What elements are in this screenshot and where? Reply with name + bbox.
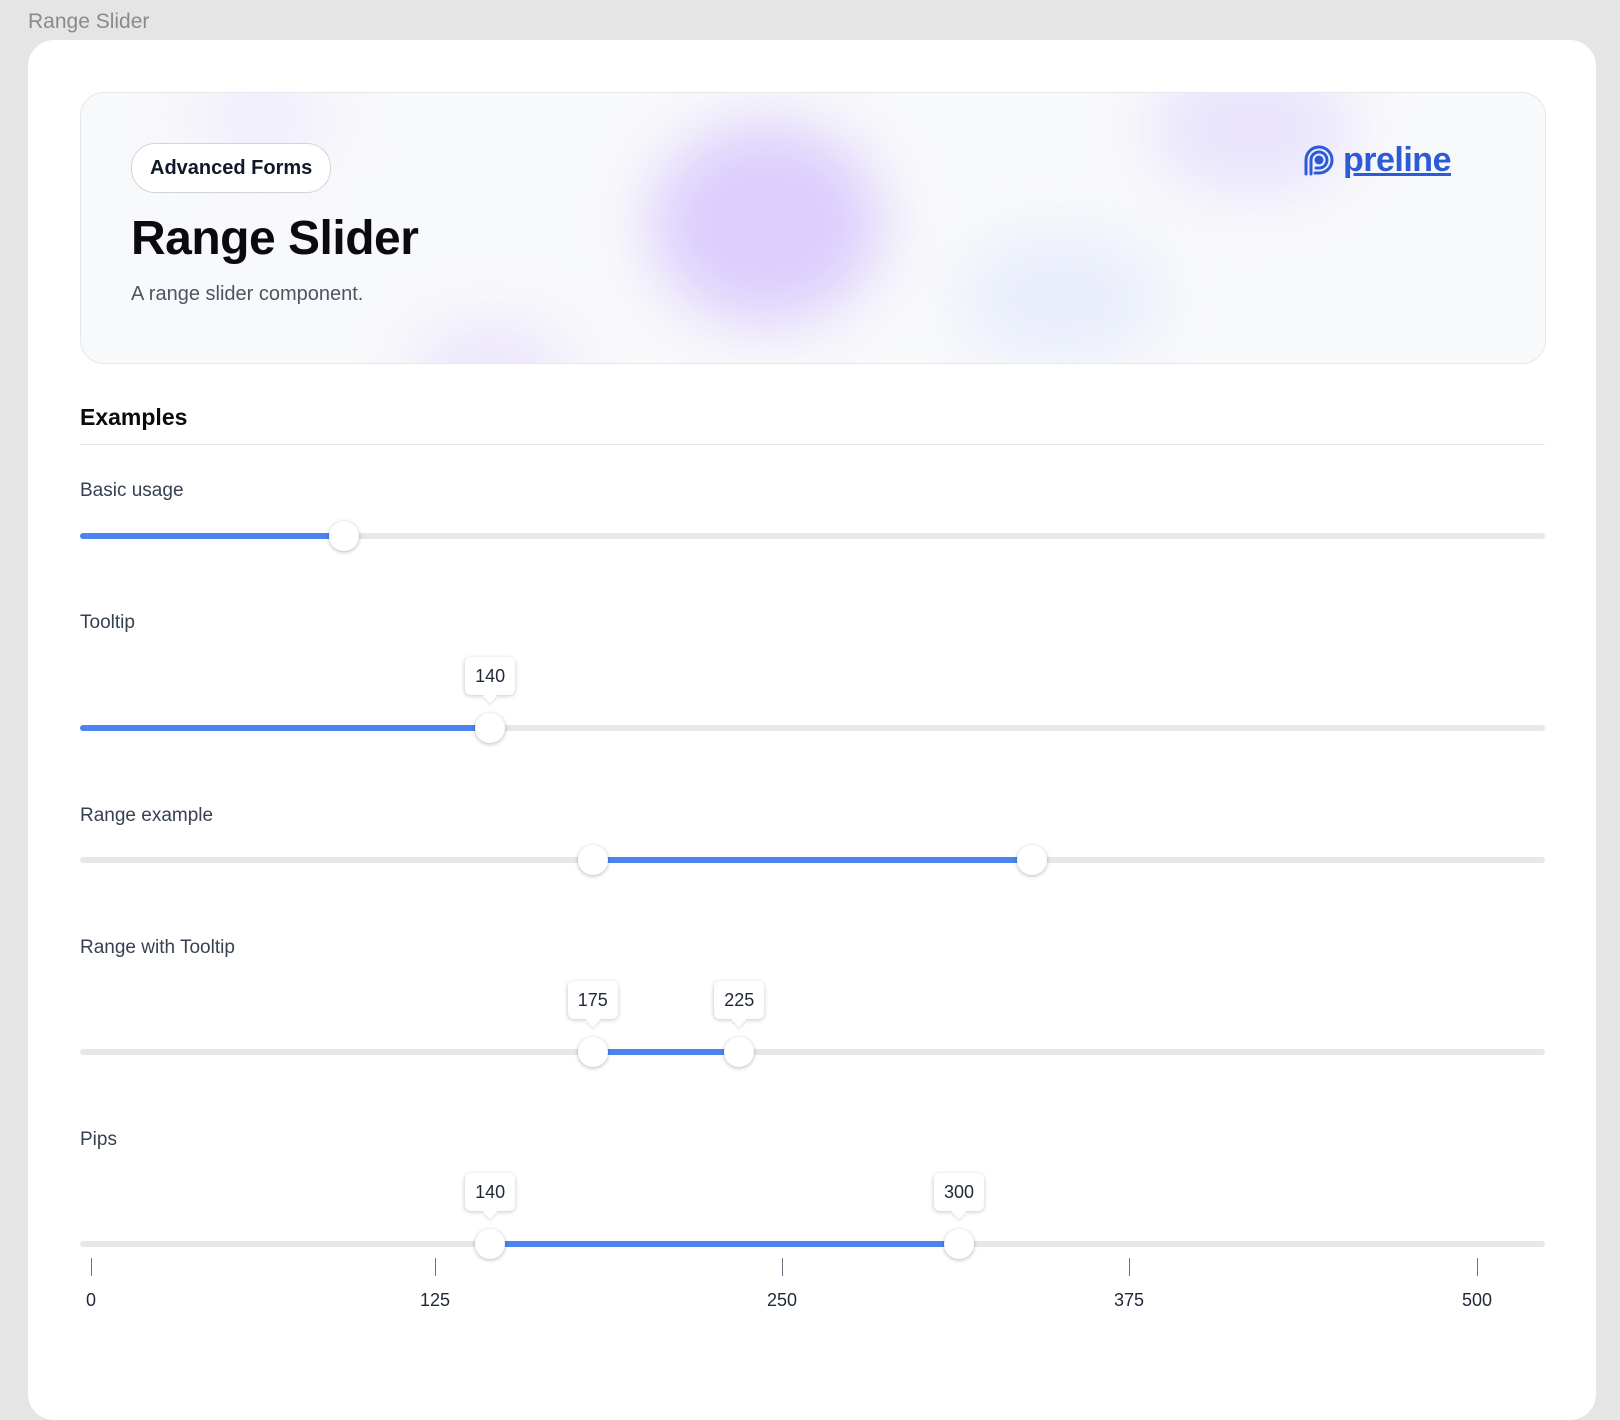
pip-label: 0 (85, 1290, 97, 1310)
pip-tick (782, 1258, 783, 1276)
example-label-pips: Pips (80, 1129, 117, 1150)
section-title: Examples (80, 404, 188, 430)
slider-fill (80, 533, 344, 539)
hero-banner: Advanced Forms Range Slider A range slid… (80, 92, 1546, 364)
slider-range[interactable] (80, 845, 1545, 875)
decor-blob (411, 323, 571, 363)
window-title: Range Slider (28, 10, 150, 33)
slider-handle-upper[interactable] (1017, 845, 1048, 875)
slider-handle-lower[interactable] (577, 845, 608, 875)
slider-track[interactable] (80, 1049, 1545, 1055)
slider-tooltip-value: 300 (933, 1173, 985, 1211)
decor-blob (651, 123, 881, 323)
slider-tooltip-value: 225 (714, 981, 765, 1019)
slider-handle-upper[interactable]: 300 (933, 1173, 985, 1259)
example-label-basic: Basic usage (80, 480, 184, 501)
slider-tooltip[interactable]: 140 (80, 657, 1545, 743)
section-divider (80, 444, 1545, 445)
slider-tooltip-value: 175 (567, 981, 618, 1019)
slider-pips[interactable]: 140 300 (80, 1173, 1545, 1259)
slider-basic[interactable] (80, 521, 1545, 551)
pip-tick (435, 1258, 436, 1276)
content-card: Advanced Forms Range Slider A range slid… (28, 40, 1596, 1420)
slider-tooltip-value: 140 (465, 657, 516, 695)
slider-fill (490, 1241, 959, 1247)
page-description: A range slider component. (131, 283, 364, 305)
pip-label: 250 (766, 1290, 798, 1310)
preline-logo-link[interactable]: preline (1301, 141, 1451, 180)
slider-fill (592, 1049, 740, 1055)
pip-label: 375 (1113, 1290, 1145, 1310)
slider-handle-lower[interactable]: 140 (465, 1173, 516, 1259)
example-label-range: Range example (80, 805, 214, 826)
slider-handle-lower[interactable]: 175 (567, 981, 618, 1067)
slider-fill (80, 725, 491, 731)
slider-handle-upper[interactable]: 225 (714, 981, 765, 1067)
page-title: Range Slider (131, 212, 419, 265)
example-label-tooltip: Tooltip (80, 612, 135, 633)
pip-label: 125 (419, 1290, 451, 1310)
preline-logo-icon (1304, 145, 1334, 175)
slider-handle[interactable]: 140 (465, 657, 516, 743)
slider-fill (592, 857, 1033, 863)
category-badge[interactable]: Advanced Forms (131, 143, 332, 193)
pip-tick (1477, 1258, 1478, 1276)
pip-label: 500 (1461, 1290, 1493, 1310)
pip-tick (1129, 1258, 1130, 1276)
slider-handle[interactable] (328, 521, 359, 551)
slider-tooltip-value: 140 (465, 1173, 516, 1211)
pip-tick (91, 1258, 92, 1276)
logo-text: preline (1343, 141, 1451, 179)
decor-blob (961, 233, 1161, 363)
slider-range-tooltip[interactable]: 175 225 (80, 981, 1545, 1067)
example-label-range-tooltip: Range with Tooltip (80, 937, 235, 958)
